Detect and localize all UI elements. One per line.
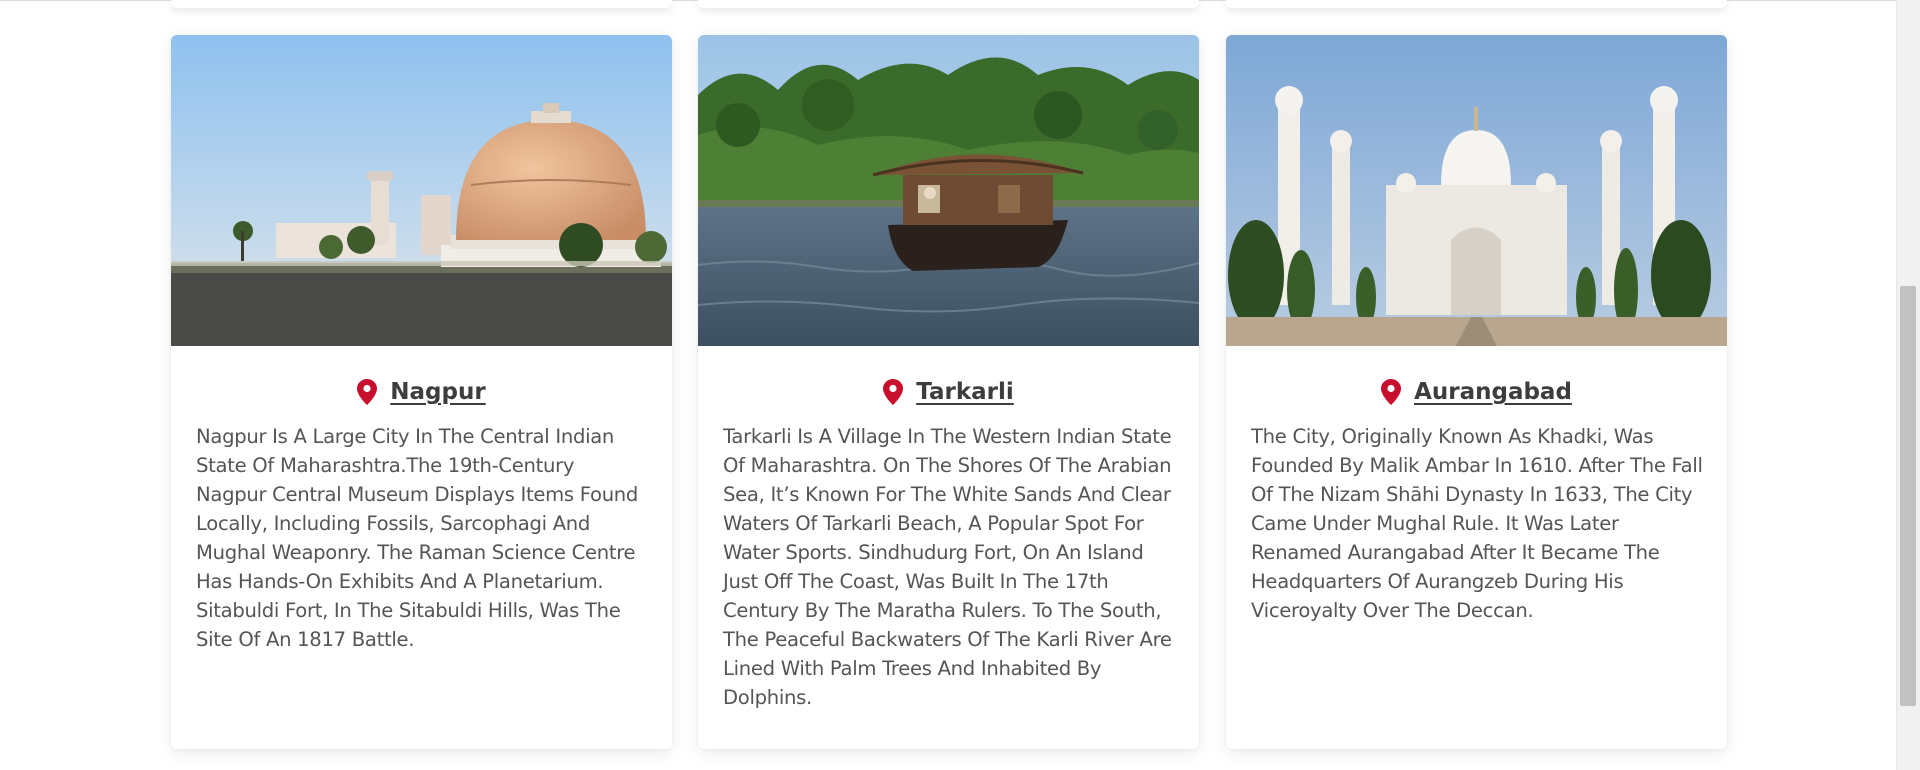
destination-description: The City, Originally Known As Khadki, Wa… [1251, 425, 1703, 622]
card-title-row: Nagpur [171, 376, 672, 408]
destination-description: Nagpur Is A Large City In The Central In… [196, 425, 639, 651]
destination-title-link[interactable]: Aurangabad [1414, 379, 1572, 405]
destination-description: Tarkarli Is A Village In The Western Ind… [723, 425, 1172, 709]
nagpur-stupa-photo [171, 35, 672, 346]
destination-card-nagpur: Nagpur Nagpur Is A Large City In The Cen… [171, 35, 672, 749]
map-pin-icon [883, 379, 904, 405]
previous-card-edge [1226, 0, 1727, 8]
destination-card-aurangabad: Aurangabad The City, Originally Known As… [1226, 35, 1727, 749]
map-pin-icon [357, 379, 378, 405]
page-scrollbar-thumb[interactable] [1900, 286, 1916, 706]
previous-card-edge [171, 0, 672, 8]
destination-image-aurangabad [1226, 35, 1727, 346]
destination-title-link[interactable]: Nagpur [390, 379, 485, 405]
card-title-row: Aurangabad [1226, 376, 1727, 408]
destination-image-tarkarli [698, 35, 1199, 346]
tarkarli-houseboat-photo [698, 35, 1199, 346]
destination-card-tarkarli: Tarkarli Tarkarli Is A Village In The We… [698, 35, 1199, 749]
aurangabad-bibi-ka-maqbara-photo [1226, 35, 1727, 346]
destination-image-nagpur [171, 35, 672, 346]
page: Nagpur Nagpur Is A Large City In The Cen… [0, 0, 1920, 770]
map-pin-icon [1381, 379, 1402, 405]
card-title-row: Tarkarli [698, 376, 1199, 408]
previous-card-edge [698, 0, 1199, 8]
destination-title-link[interactable]: Tarkarli [916, 379, 1014, 405]
